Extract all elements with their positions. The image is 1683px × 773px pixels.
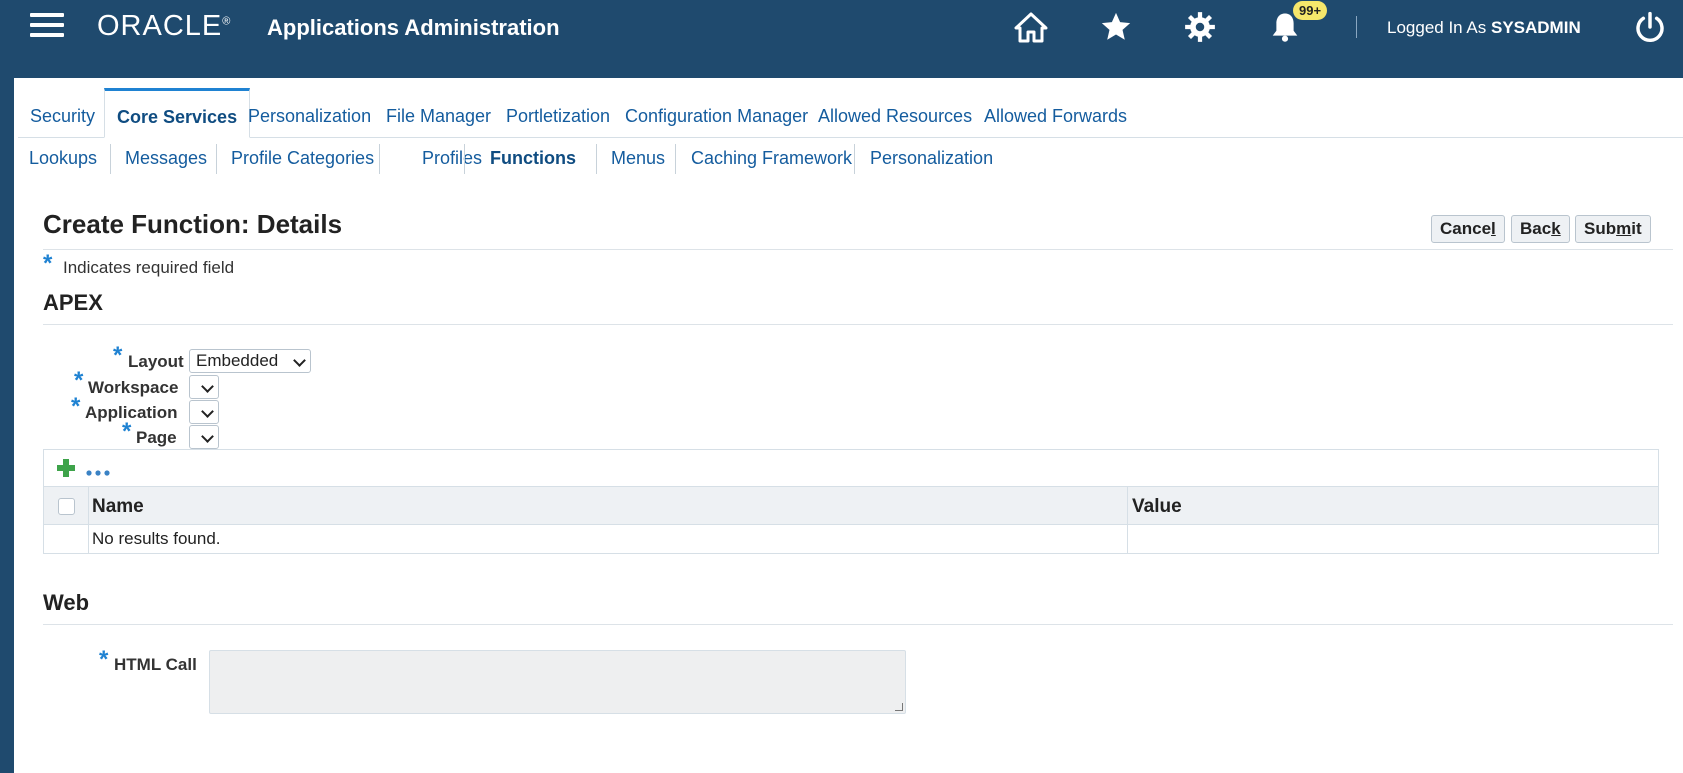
main-content: Security Core Services Personalization F… bbox=[14, 78, 1683, 773]
required-star-icon: * bbox=[122, 418, 132, 445]
html-call-label: HTML Call bbox=[114, 655, 197, 674]
top-bar: ORACLE® Applications Administration 99+ … bbox=[0, 0, 1683, 78]
subtab-separator bbox=[675, 144, 676, 174]
resize-handle-icon[interactable] bbox=[895, 703, 903, 711]
more-actions-icon[interactable] bbox=[86, 464, 110, 476]
cancel-button[interactable]: Cancel bbox=[1431, 215, 1505, 243]
chevron-down-icon bbox=[201, 430, 214, 443]
subtab-separator bbox=[216, 144, 217, 174]
home-icon[interactable] bbox=[1012, 8, 1050, 46]
hamburger-menu-icon[interactable] bbox=[30, 13, 64, 37]
subtab-profiles[interactable]: Profiles bbox=[422, 142, 482, 174]
table-toolbar bbox=[44, 450, 1658, 486]
select-all-checkbox[interactable] bbox=[58, 498, 75, 515]
primary-tabs: Security Core Services Personalization F… bbox=[18, 88, 1683, 138]
layout-label: Layout bbox=[128, 352, 184, 371]
add-row-icon[interactable] bbox=[56, 458, 76, 478]
app-title: Applications Administration bbox=[267, 15, 560, 40]
subtab-profile-categories[interactable]: Profile Categories bbox=[231, 142, 374, 174]
html-call-textarea[interactable] bbox=[209, 650, 906, 714]
settings-gear-icon[interactable] bbox=[1181, 8, 1219, 46]
web-section-title: Web bbox=[43, 590, 90, 615]
parameters-table: Name Value No results found. bbox=[43, 449, 1659, 554]
subtab-personalization[interactable]: Personalization bbox=[870, 142, 993, 174]
subtab-separator bbox=[379, 144, 380, 174]
username: SYSADMIN bbox=[1490, 18, 1581, 37]
title-divider bbox=[43, 249, 1673, 250]
required-star-icon: * bbox=[71, 393, 81, 420]
application-select[interactable] bbox=[189, 400, 219, 424]
subtab-functions[interactable]: Functions bbox=[490, 142, 576, 174]
required-star-icon: * bbox=[113, 342, 123, 369]
tab-configuration-manager[interactable]: Configuration Manager bbox=[613, 88, 820, 138]
required-star-icon: * bbox=[43, 250, 53, 277]
column-header-name: Name bbox=[92, 496, 144, 517]
tab-security[interactable]: Security bbox=[18, 88, 107, 138]
empty-results-message: No results found. bbox=[92, 529, 221, 548]
page-label: Page bbox=[136, 428, 177, 447]
required-star-icon: * bbox=[99, 646, 109, 673]
oracle-logo: ORACLE® bbox=[97, 10, 232, 42]
required-field-note: Indicates required field bbox=[63, 258, 235, 277]
back-button[interactable]: Back bbox=[1511, 215, 1570, 243]
table-header: Name Value bbox=[44, 486, 1658, 525]
apex-section-title: APEX bbox=[43, 290, 103, 315]
tab-portletization[interactable]: Portletization bbox=[494, 88, 622, 138]
subtab-messages[interactable]: Messages bbox=[125, 142, 207, 174]
page-select[interactable] bbox=[189, 425, 219, 449]
tab-allowed-forwards[interactable]: Allowed Forwards bbox=[972, 88, 1139, 138]
column-header-value: Value bbox=[1132, 496, 1182, 517]
chevron-down-icon bbox=[293, 354, 306, 367]
chevron-down-icon bbox=[201, 380, 214, 393]
subtab-lookups[interactable]: Lookups bbox=[29, 142, 97, 174]
layout-select[interactable]: Embedded bbox=[189, 349, 311, 373]
subtab-separator bbox=[596, 144, 597, 174]
logout-power-icon[interactable] bbox=[1631, 8, 1669, 46]
workspace-select[interactable] bbox=[189, 375, 219, 399]
tab-personalization[interactable]: Personalization bbox=[236, 88, 383, 138]
tab-file-manager[interactable]: File Manager bbox=[374, 88, 503, 138]
chevron-down-icon bbox=[201, 405, 214, 418]
required-star-icon: * bbox=[74, 367, 84, 394]
section-divider bbox=[43, 624, 1673, 625]
logged-in-text: Logged In As SYSADMIN bbox=[1387, 18, 1581, 37]
subtab-separator bbox=[110, 144, 111, 174]
page-title: Create Function: Details bbox=[43, 209, 343, 239]
subtab-separator bbox=[464, 144, 465, 174]
header-divider bbox=[1356, 16, 1357, 38]
subtab-caching-framework[interactable]: Caching Framework bbox=[691, 142, 852, 174]
notification-count-badge: 99+ bbox=[1293, 1, 1328, 20]
submit-button[interactable]: Submit bbox=[1575, 215, 1651, 243]
section-divider bbox=[43, 324, 1673, 325]
tab-allowed-resources[interactable]: Allowed Resources bbox=[806, 88, 984, 138]
workspace-label: Workspace bbox=[88, 378, 179, 397]
tab-core-services[interactable]: Core Services bbox=[104, 88, 251, 138]
subtab-menus[interactable]: Menus bbox=[611, 142, 665, 174]
favorites-star-icon[interactable] bbox=[1097, 8, 1135, 46]
table-row: No results found. bbox=[44, 525, 1658, 554]
subtab-separator bbox=[854, 144, 855, 174]
